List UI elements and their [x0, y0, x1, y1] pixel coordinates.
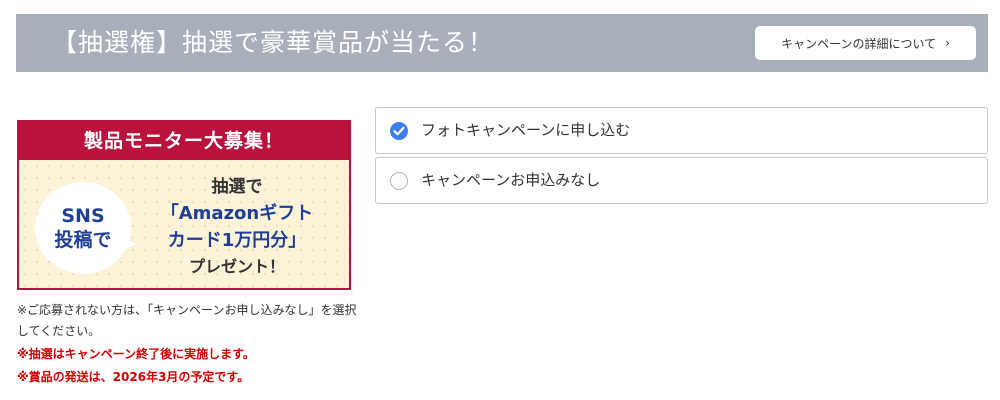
page-title: 【抽選権】抽選で豪華賞品が当たる！: [52, 28, 495, 57]
header-bar: 【抽選権】抽選で豪華賞品が当たる！ キャンペーンの詳細について ›: [16, 14, 988, 72]
banner-body: SNS 投稿で 抽選で 「Amazonギフト カード1万円分」 プレゼント！: [19, 160, 349, 288]
bubble-line-1: SNS: [61, 205, 105, 227]
campaign-details-button[interactable]: キャンペーンの詳細について ›: [755, 26, 976, 60]
radio-unchecked-icon[interactable]: [390, 172, 408, 190]
bubble-line-2: 投稿で: [54, 229, 112, 251]
option-apply-photo-campaign[interactable]: フォトキャンペーンに申し込む: [375, 107, 988, 154]
radio-checked-icon[interactable]: [390, 122, 408, 140]
banner-heading: 製品モニター大募集！: [19, 122, 349, 160]
note-shipping-date: ※賞品の発送は、2026年3月の予定です。: [17, 370, 250, 384]
speech-bubble: SNS 投稿で: [35, 182, 131, 274]
option-label: フォトキャンペーンに申し込む: [421, 121, 631, 139]
option-label: キャンペーンお申込みなし: [421, 171, 601, 189]
note-no-apply: ※ご応募されない方は、「キャンペーンお申し込みなし」を選択してください。: [17, 303, 357, 338]
chevron-right-icon: ›: [945, 36, 950, 50]
banner-line-4: プレゼント！: [188, 257, 285, 276]
monitor-campaign-banner: 製品モニター大募集！ SNS 投稿で 抽選で 「Amazonギフト カード1万円…: [17, 120, 351, 290]
banner-line-2: 「Amazonギフト: [160, 203, 314, 224]
campaign-details-label: キャンペーンの詳細について: [781, 36, 937, 51]
option-no-apply[interactable]: キャンペーンお申込みなし: [375, 157, 988, 204]
banner-line-1: 抽選で: [211, 177, 263, 197]
note-lottery-timing: ※抽選はキャンペーン終了後に実施します。: [17, 347, 255, 361]
banner-prize-text: 抽選で 「Amazonギフト カード1万円分」 プレゼント！: [137, 174, 337, 280]
banner-line-3: カード1万円分」: [167, 230, 307, 251]
